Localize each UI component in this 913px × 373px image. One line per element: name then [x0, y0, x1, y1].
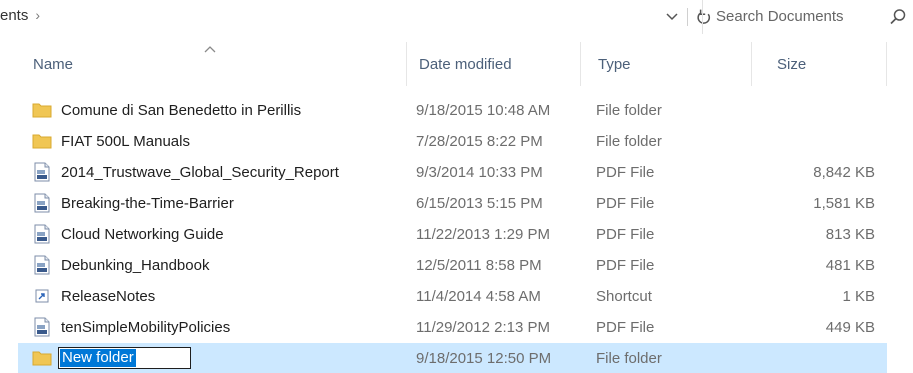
file-name: 2014_Trustwave_Global_Security_Report: [61, 163, 339, 181]
file-type: PDF File: [596, 318, 655, 336]
pdf-file-icon: [32, 219, 52, 249]
search-input[interactable]: [714, 7, 878, 26]
rename-input[interactable]: New folder: [58, 347, 191, 369]
file-type: PDF File: [596, 194, 655, 212]
file-date: 11/22/2013 1:29 PM: [416, 225, 550, 243]
file-date: 7/28/2015 8:22 PM: [416, 132, 543, 150]
search-box[interactable]: [702, 0, 913, 34]
breadcrumb-current[interactable]: ents: [0, 7, 28, 24]
folder-icon: [32, 126, 52, 156]
address-bar: ents ›: [0, 0, 913, 36]
file-date: 11/29/2012 2:13 PM: [416, 318, 550, 336]
search-icon[interactable]: [889, 8, 907, 26]
column-header-row: Name Date modified Type Size: [0, 42, 913, 86]
file-date: 9/18/2015 12:50 PM: [416, 349, 552, 367]
list-item[interactable]: 2014_Trustwave_Global_Security_Report 9/3…: [18, 157, 887, 187]
list-item[interactable]: ReleaseNotes 11/4/2014 4:58 AM Shortcut 1 K…: [18, 281, 887, 311]
folder-icon: [32, 343, 52, 373]
column-header-type[interactable]: Type: [580, 42, 751, 86]
file-name: Debunking_Handbook: [61, 256, 210, 274]
file-name: Breaking-the-Time-Barrier: [61, 194, 234, 212]
column-header-date-modified[interactable]: Date modified: [406, 42, 580, 86]
rename-selected-text[interactable]: New folder: [60, 349, 136, 367]
file-type: File folder: [596, 132, 662, 150]
file-type: File folder: [596, 349, 662, 367]
file-type: File folder: [596, 101, 662, 119]
folder-icon: [32, 95, 52, 125]
column-header-size[interactable]: Size: [751, 42, 887, 86]
file-type: PDF File: [596, 225, 655, 243]
file-size: 481 KB: [825, 256, 875, 274]
file-type: Shortcut: [596, 287, 652, 305]
file-date: 9/18/2015 10:48 AM: [416, 101, 551, 119]
breadcrumb[interactable]: ents ›: [0, 7, 40, 24]
breadcrumb-separator-icon[interactable]: ›: [35, 7, 40, 23]
list-item[interactable]: Cloud Networking Guide 11/22/2013 1:29 PM…: [18, 219, 887, 249]
file-name: Comune di San Benedetto in Perillis: [61, 101, 302, 119]
file-type: PDF File: [596, 163, 655, 181]
file-name: tenSimpleMobilityPolicies: [61, 318, 231, 336]
file-date: 9/3/2014 10:33 PM: [416, 163, 543, 181]
chevron-down-icon[interactable]: [664, 9, 680, 25]
list-item[interactable]: Debunking_Handbook 12/5/2011 8:58 PM PDF F…: [18, 250, 887, 280]
list-item[interactable]: FIAT 500L Manuals 7/28/2015 8:22 PM File f…: [18, 126, 887, 156]
file-date: 6/15/2013 5:15 PM: [416, 194, 543, 212]
pdf-file-icon: [32, 157, 52, 187]
pdf-file-icon: [32, 250, 52, 280]
file-size: 449 KB: [825, 318, 875, 336]
list-item-new-folder[interactable]: New folder 9/18/2015 12:50 PM File folde…: [18, 343, 887, 373]
file-name: Cloud Networking Guide: [61, 225, 224, 243]
file-size: 813 KB: [825, 225, 875, 243]
pdf-file-icon: [32, 312, 52, 342]
file-date: 11/4/2014 4:58 AM: [416, 287, 541, 305]
file-size: 1,581 KB: [813, 194, 875, 212]
file-name: ReleaseNotes: [61, 287, 156, 305]
pdf-file-icon: [32, 188, 52, 218]
file-type: PDF File: [596, 256, 655, 274]
file-size: 1 KB: [842, 287, 875, 305]
shortcut-icon: [32, 281, 52, 311]
column-header-name[interactable]: Name: [33, 42, 403, 86]
divider: [687, 8, 688, 26]
list-item[interactable]: Breaking-the-Time-Barrier 6/15/2013 5:15 …: [18, 188, 887, 218]
file-size: 8,842 KB: [813, 163, 875, 181]
list-item[interactable]: Comune di San Benedetto in Perillis 9/18/…: [18, 95, 887, 125]
file-name: FIAT 500L Manuals: [61, 132, 190, 150]
list-item[interactable]: tenSimpleMobilityPolicies 11/29/2012 2:13…: [18, 312, 887, 342]
file-date: 12/5/2011 8:58 PM: [416, 256, 542, 274]
